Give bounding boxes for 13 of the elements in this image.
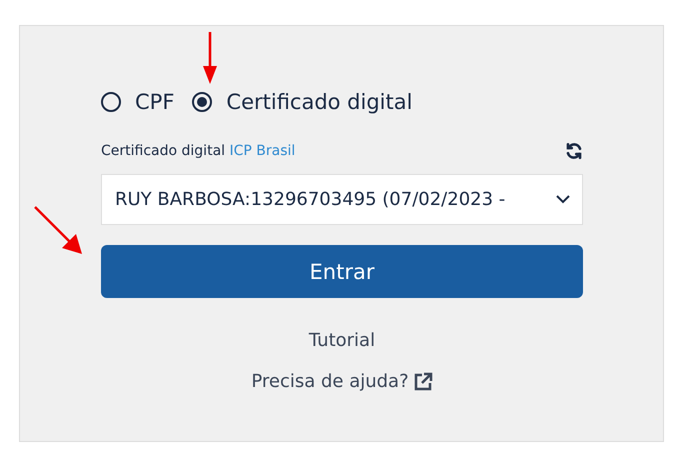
radio-circle[interactable]	[101, 92, 121, 112]
certificate-label: Certificado digital ICP Brasil	[101, 143, 296, 159]
annotation-arrow	[202, 32, 218, 84]
refresh-icon[interactable]	[565, 142, 583, 160]
radio-circle[interactable]	[192, 92, 212, 112]
radio-option[interactable]: CPF	[101, 90, 174, 114]
annotation-arrow	[34, 206, 84, 256]
tutorial-link[interactable]: Tutorial	[308, 330, 376, 351]
certificate-select[interactable]: RUY BARBOSA:13296703495 (07/02/2023 -	[101, 174, 583, 225]
chevron-down-icon	[556, 195, 570, 204]
radio-option[interactable]: Certificado digital	[192, 90, 412, 114]
help-link[interactable]: Precisa de ajuda?	[251, 371, 433, 392]
submit-button[interactable]: Entrar	[101, 245, 583, 298]
